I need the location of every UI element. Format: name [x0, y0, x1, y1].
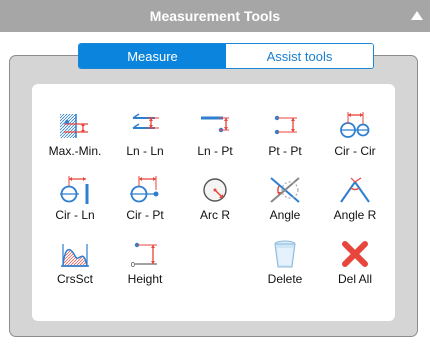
max-min-icon: [60, 114, 88, 138]
tab-assist-tools[interactable]: Assist tools: [226, 44, 373, 68]
tool-label: Arc R: [200, 208, 230, 222]
cross-section-icon: [61, 244, 89, 267]
tool-delete-button[interactable]: Delete: [256, 232, 314, 290]
circle-point-icon: [130, 176, 159, 203]
collapse-arrow-icon[interactable]: [411, 11, 423, 20]
tool-angle-radius-button[interactable]: Angle R: [326, 168, 384, 226]
arc-radius-icon: [203, 178, 227, 202]
tab-bar: Measure Assist tools: [78, 43, 374, 69]
tools-panel: Max.-Min. Ln - Ln Ln - Pt Pt - Pt Cir - …: [32, 84, 395, 321]
tool-label: Cir - Pt: [126, 208, 164, 222]
height-icon: 0: [131, 242, 157, 269]
tool-delete-all-button[interactable]: Del All: [326, 232, 384, 290]
tool-label: Cir - Cir: [334, 144, 376, 158]
tool-circle-line-button[interactable]: Cir - Ln: [46, 168, 104, 226]
tool-label: Cir - Ln: [55, 208, 95, 222]
tool-label: Angle: [269, 208, 301, 222]
tool-label: Angle R: [333, 208, 377, 222]
tool-label: CrsSct: [57, 272, 93, 286]
circle-circle-icon: [340, 112, 370, 138]
tool-circle-circle-button[interactable]: Cir - Cir: [326, 104, 384, 162]
tool-label: Ln - Ln: [126, 144, 164, 158]
tool-arc-radius-button[interactable]: Arc R: [186, 168, 244, 226]
delete-all-icon: [342, 241, 368, 267]
title-bar: Measurement Tools: [0, 0, 430, 32]
angle-radius-icon: [340, 177, 370, 203]
tool-line-point-button[interactable]: Ln - Pt: [186, 104, 244, 162]
window-title: Measurement Tools: [149, 8, 281, 24]
tool-label: Max.-Min.: [48, 144, 102, 158]
tool-label: Del All: [337, 272, 372, 286]
tool-max-min-button[interactable]: Max.-Min.: [46, 104, 104, 162]
tool-label: Height: [127, 272, 163, 286]
tool-circle-point-button[interactable]: Cir - Pt: [116, 168, 174, 226]
tool-label: Ln - Pt: [197, 144, 233, 158]
tab-measure[interactable]: Measure: [79, 44, 226, 68]
tool-height-button[interactable]: 0 Height: [116, 232, 174, 290]
trash-icon: [274, 240, 296, 268]
tool-line-line-button[interactable]: Ln - Ln: [116, 104, 174, 162]
tool-cross-section-button[interactable]: CrsSct: [46, 232, 104, 290]
angle-icon: [270, 177, 300, 203]
line-point-icon: [201, 116, 229, 133]
height-zero-label: 0: [131, 262, 135, 269]
tool-label: Delete: [267, 272, 303, 286]
line-line-icon: [132, 113, 159, 129]
point-point-icon: [274, 115, 297, 135]
tool-angle-button[interactable]: Angle: [256, 168, 314, 226]
circle-line-icon: [60, 176, 89, 204]
tool-label: Pt - Pt: [268, 144, 302, 158]
tool-point-point-button[interactable]: Pt - Pt: [256, 104, 314, 162]
